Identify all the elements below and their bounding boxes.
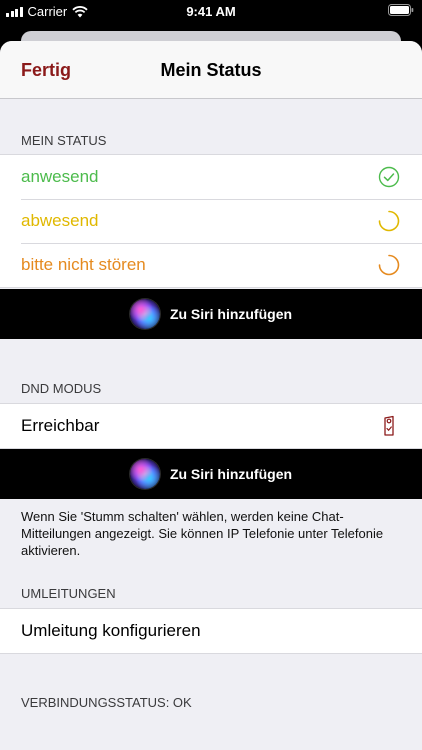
siri-icon — [129, 459, 160, 489]
status-label: bitte nicht stören — [21, 255, 146, 274]
add-to-siri-button[interactable]: Zu Siri hinzufügen — [0, 289, 422, 339]
section-header-redirect: UMLEITUNGEN — [21, 586, 116, 601]
page-title: Mein Status — [160, 60, 262, 80]
configure-redirect-row[interactable]: Umleitung konfigurieren — [0, 609, 422, 653]
partial-circle-icon — [378, 210, 400, 232]
partial-circle-icon — [378, 254, 400, 276]
add-to-siri-label: Zu Siri hinzufügen — [169, 466, 293, 482]
navigation-bar: Fertig Mein Status — [0, 41, 422, 99]
siri-icon — [129, 299, 160, 329]
status-row-present[interactable]: anwesend — [0, 155, 422, 199]
dnd-label: Erreichbar — [21, 416, 100, 435]
dnd-list: Erreichbar — [0, 403, 422, 449]
status-row-away[interactable]: abwesend — [0, 199, 422, 243]
redirect-label: Umleitung konfigurieren — [21, 621, 201, 640]
add-to-siri-label: Zu Siri hinzufügen — [169, 306, 293, 322]
check-circle-icon — [378, 166, 400, 188]
status-sheet: Fertig Mein Status MEIN STATUS anwesend … — [0, 41, 422, 750]
door-hanger-icon — [384, 415, 394, 436]
battery-icon — [388, 4, 414, 19]
section-header-status: MEIN STATUS — [21, 133, 107, 148]
dnd-row-reachable[interactable]: Erreichbar — [0, 404, 422, 448]
add-to-siri-button[interactable]: Zu Siri hinzufügen — [0, 449, 422, 499]
status-list: anwesend abwesend bitte nicht stören — [0, 154, 422, 288]
dnd-footer-note: Wenn Sie 'Stumm schalten' wählen, werden… — [21, 509, 384, 558]
status-label: anwesend — [21, 167, 99, 186]
status-row-dnd[interactable]: bitte nicht stören — [0, 243, 422, 287]
status-label: abwesend — [21, 211, 99, 230]
redirect-list: Umleitung konfigurieren — [0, 608, 422, 654]
status-bar: Carrier 9:41 AM — [0, 0, 422, 24]
connection-status: VERBINDUNGSSTATUS: OK — [21, 695, 192, 710]
clock: 9:41 AM — [186, 4, 236, 19]
section-header-dnd: DND MODUS — [21, 381, 102, 396]
